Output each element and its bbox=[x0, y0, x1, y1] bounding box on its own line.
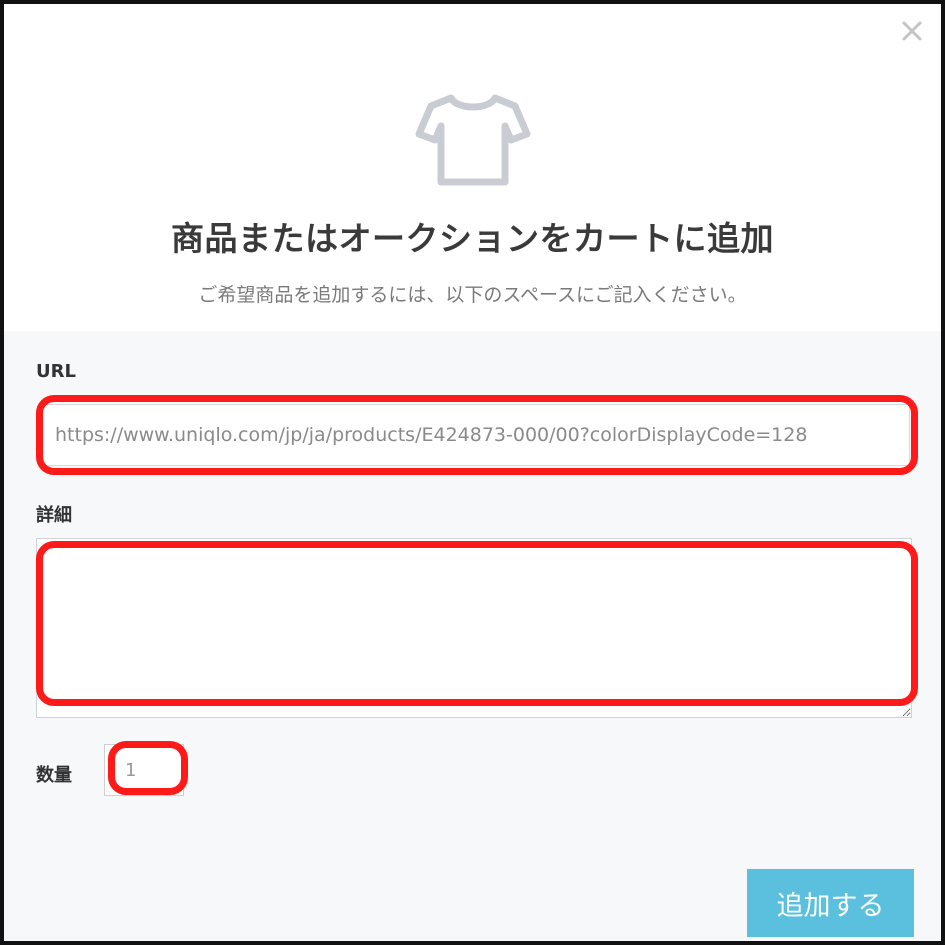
add-button[interactable]: 追加する bbox=[747, 869, 914, 937]
detail-label: 詳細 bbox=[36, 505, 72, 526]
detail-textarea[interactable] bbox=[36, 538, 912, 718]
quantity-label: 数量 bbox=[36, 765, 72, 786]
quantity-input[interactable] bbox=[104, 744, 184, 796]
t-shirt-icon bbox=[413, 86, 533, 191]
modal-header: 商品またはオークションをカートに追加 ご希望商品を追加するには、以下のスペースに… bbox=[4, 4, 941, 331]
close-icon bbox=[902, 21, 922, 41]
url-input[interactable] bbox=[40, 404, 910, 466]
modal-title: 商品またはオークションをカートに追加 bbox=[171, 219, 774, 258]
close-button[interactable] bbox=[899, 18, 925, 44]
modal-body: URL 詳細 数量 追加する bbox=[4, 331, 941, 941]
add-to-cart-modal: 商品またはオークションをカートに追加 ご希望商品を追加するには、以下のスペースに… bbox=[0, 0, 945, 945]
modal-subtitle: ご希望商品を追加するには、以下のスペースにご記入ください。 bbox=[198, 284, 747, 306]
url-label: URL bbox=[36, 361, 76, 382]
